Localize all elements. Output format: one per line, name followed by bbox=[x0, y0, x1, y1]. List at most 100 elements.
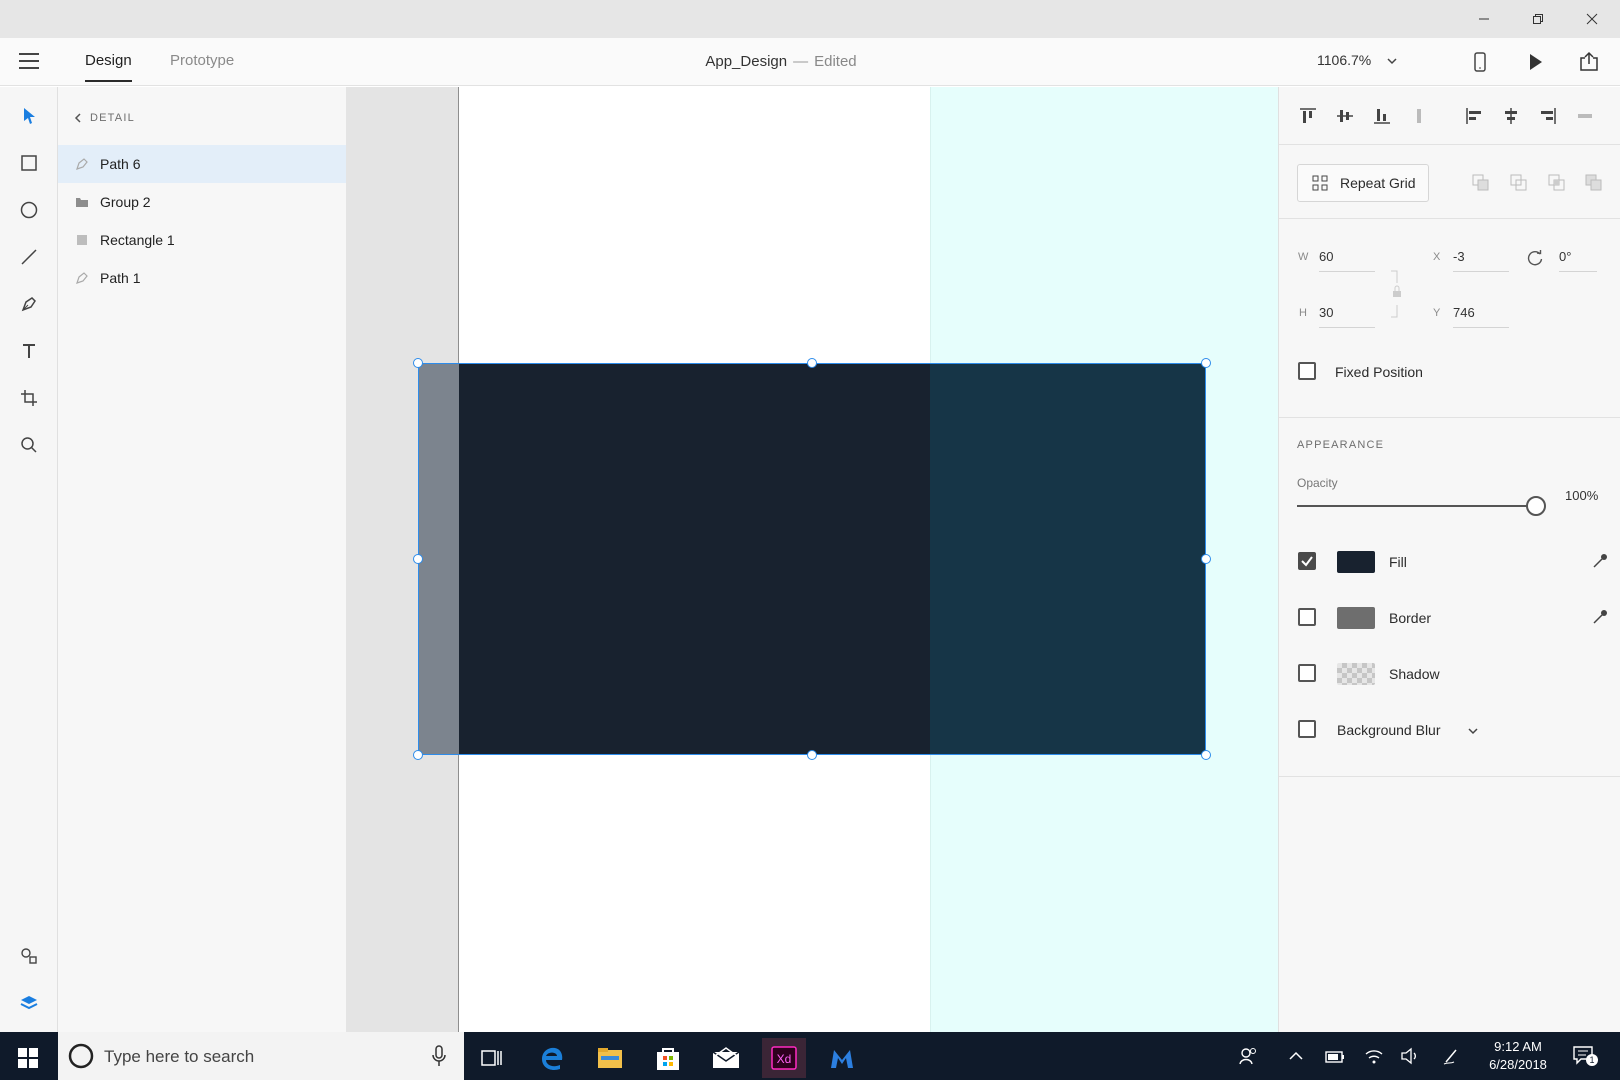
task-view-icon[interactable] bbox=[470, 1038, 514, 1078]
background-blur-checkbox[interactable] bbox=[1298, 720, 1316, 738]
file-explorer-icon[interactable] bbox=[588, 1038, 632, 1078]
windows-start-icon[interactable] bbox=[6, 1038, 50, 1078]
lock-proportions-icon[interactable] bbox=[1390, 270, 1404, 335]
boolean-add-icon[interactable] bbox=[1472, 174, 1492, 194]
boolean-subtract-icon[interactable] bbox=[1510, 174, 1530, 194]
repeat-grid-button[interactable]: Repeat Grid bbox=[1297, 164, 1429, 202]
cortana-icon bbox=[68, 1043, 94, 1069]
opacity-value[interactable]: 100% bbox=[1565, 488, 1598, 503]
align-center-icon[interactable] bbox=[1500, 105, 1522, 127]
resize-handle-right[interactable] bbox=[1201, 554, 1211, 564]
background-blur-label: Background Blur bbox=[1337, 722, 1441, 738]
layer-item[interactable]: Path 6 bbox=[58, 145, 346, 183]
design-canvas[interactable] bbox=[346, 87, 1278, 1032]
play-icon[interactable] bbox=[1523, 50, 1547, 74]
layer-label: Path 6 bbox=[100, 156, 141, 172]
wifi-icon[interactable] bbox=[1364, 1046, 1384, 1066]
taskbar-search-box[interactable]: Type here to search bbox=[58, 1032, 464, 1080]
share-icon[interactable] bbox=[1577, 50, 1601, 74]
shadow-checkbox[interactable] bbox=[1298, 664, 1316, 682]
distribute-vertical-icon[interactable] bbox=[1408, 105, 1430, 127]
close-icon[interactable] bbox=[1565, 0, 1619, 38]
opacity-slider-thumb[interactable] bbox=[1526, 496, 1546, 516]
y-label: Y bbox=[1433, 307, 1441, 319]
text-tool-icon[interactable] bbox=[17, 339, 41, 363]
align-bottom-icon[interactable] bbox=[1371, 105, 1393, 127]
selection-box[interactable] bbox=[418, 363, 1206, 755]
distribute-horizontal-icon[interactable] bbox=[1574, 105, 1596, 127]
boolean-intersect-icon[interactable] bbox=[1548, 174, 1568, 194]
notifications-icon[interactable]: 1 bbox=[1572, 1044, 1598, 1068]
malwarebytes-icon[interactable] bbox=[820, 1038, 864, 1078]
shadow-color-swatch[interactable] bbox=[1337, 663, 1375, 685]
artboard-tool-icon[interactable] bbox=[17, 386, 41, 410]
height-input[interactable]: 30 bbox=[1319, 305, 1375, 328]
chevron-down-icon[interactable] bbox=[1467, 724, 1479, 742]
fill-checkbox[interactable] bbox=[1298, 552, 1316, 570]
detail-label: DETAIL bbox=[90, 112, 135, 124]
microphone-icon[interactable] bbox=[432, 1045, 446, 1067]
ellipse-tool-icon[interactable] bbox=[17, 198, 41, 222]
layer-item[interactable]: Group 2 bbox=[58, 183, 346, 221]
align-top-icon[interactable] bbox=[1297, 105, 1319, 127]
y-input[interactable]: 746 bbox=[1453, 305, 1509, 328]
zoom-level[interactable]: 1106.7% bbox=[1317, 52, 1371, 68]
chevron-down-icon[interactable] bbox=[1386, 54, 1398, 72]
restore-icon[interactable] bbox=[1511, 0, 1565, 38]
clock-date: 6/28/2018 bbox=[1489, 1057, 1547, 1072]
rectangle-icon bbox=[74, 232, 90, 248]
line-tool-icon[interactable] bbox=[17, 245, 41, 269]
battery-icon[interactable] bbox=[1324, 1046, 1344, 1066]
rectangle-tool-icon[interactable] bbox=[17, 151, 41, 175]
opacity-label: Opacity bbox=[1297, 476, 1338, 490]
chevron-up-icon[interactable] bbox=[1286, 1046, 1306, 1066]
resize-handle-top[interactable] bbox=[807, 358, 817, 368]
pen-tool-icon[interactable] bbox=[17, 292, 41, 316]
fixed-position-checkbox[interactable] bbox=[1298, 362, 1316, 380]
volume-icon[interactable] bbox=[1400, 1046, 1420, 1066]
document-status: Edited bbox=[814, 53, 857, 70]
pen-ink-icon[interactable] bbox=[1442, 1046, 1462, 1066]
resize-handle-bottom-right[interactable] bbox=[1201, 750, 1211, 760]
resize-handle-bottom[interactable] bbox=[807, 750, 817, 760]
layer-item[interactable]: Path 1 bbox=[58, 259, 346, 297]
device-preview-icon[interactable] bbox=[1468, 50, 1492, 74]
resize-handle-left[interactable] bbox=[413, 554, 423, 564]
assets-icon[interactable] bbox=[17, 944, 41, 968]
resize-handle-top-left[interactable] bbox=[413, 358, 423, 368]
mail-icon[interactable] bbox=[704, 1038, 748, 1078]
border-checkbox[interactable] bbox=[1298, 608, 1316, 626]
store-icon[interactable] bbox=[646, 1038, 690, 1078]
eyedropper-icon[interactable] bbox=[1591, 552, 1609, 575]
notification-count-badge: 1 bbox=[1586, 1054, 1598, 1066]
select-tool-icon[interactable] bbox=[17, 104, 41, 128]
width-input[interactable]: 60 bbox=[1319, 249, 1375, 272]
layers-icon[interactable] bbox=[17, 991, 41, 1015]
rotation-input[interactable]: 0° bbox=[1559, 249, 1597, 272]
align-left-icon[interactable] bbox=[1463, 105, 1485, 127]
folder-icon bbox=[74, 194, 90, 210]
back-to-detail[interactable]: DETAIL bbox=[74, 112, 135, 124]
taskbar-clock[interactable]: 9:12 AM 6/28/2018 bbox=[1470, 1038, 1566, 1074]
border-color-swatch[interactable] bbox=[1337, 607, 1375, 629]
align-right-icon[interactable] bbox=[1537, 105, 1559, 127]
title-separator: — bbox=[793, 53, 809, 70]
repeat-grid-label: Repeat Grid bbox=[1340, 175, 1416, 191]
document-name: App_Design bbox=[705, 53, 788, 70]
adobe-xd-icon[interactable]: Xd bbox=[762, 1038, 806, 1078]
edge-browser-icon[interactable] bbox=[530, 1038, 574, 1078]
eyedropper-icon[interactable] bbox=[1591, 608, 1609, 631]
boolean-exclude-icon[interactable] bbox=[1585, 174, 1605, 194]
align-middle-icon[interactable] bbox=[1334, 105, 1356, 127]
minimize-icon[interactable] bbox=[1457, 0, 1511, 38]
resize-handle-top-right[interactable] bbox=[1201, 358, 1211, 368]
layer-label: Group 2 bbox=[100, 194, 151, 210]
opacity-slider-track[interactable] bbox=[1297, 505, 1533, 507]
width-label: W bbox=[1298, 251, 1309, 263]
zoom-tool-icon[interactable] bbox=[17, 433, 41, 457]
x-input[interactable]: -3 bbox=[1453, 249, 1509, 272]
fill-color-swatch[interactable] bbox=[1337, 551, 1375, 573]
resize-handle-bottom-left[interactable] bbox=[413, 750, 423, 760]
people-icon[interactable] bbox=[1238, 1046, 1258, 1066]
layer-item[interactable]: Rectangle 1 bbox=[58, 221, 346, 259]
